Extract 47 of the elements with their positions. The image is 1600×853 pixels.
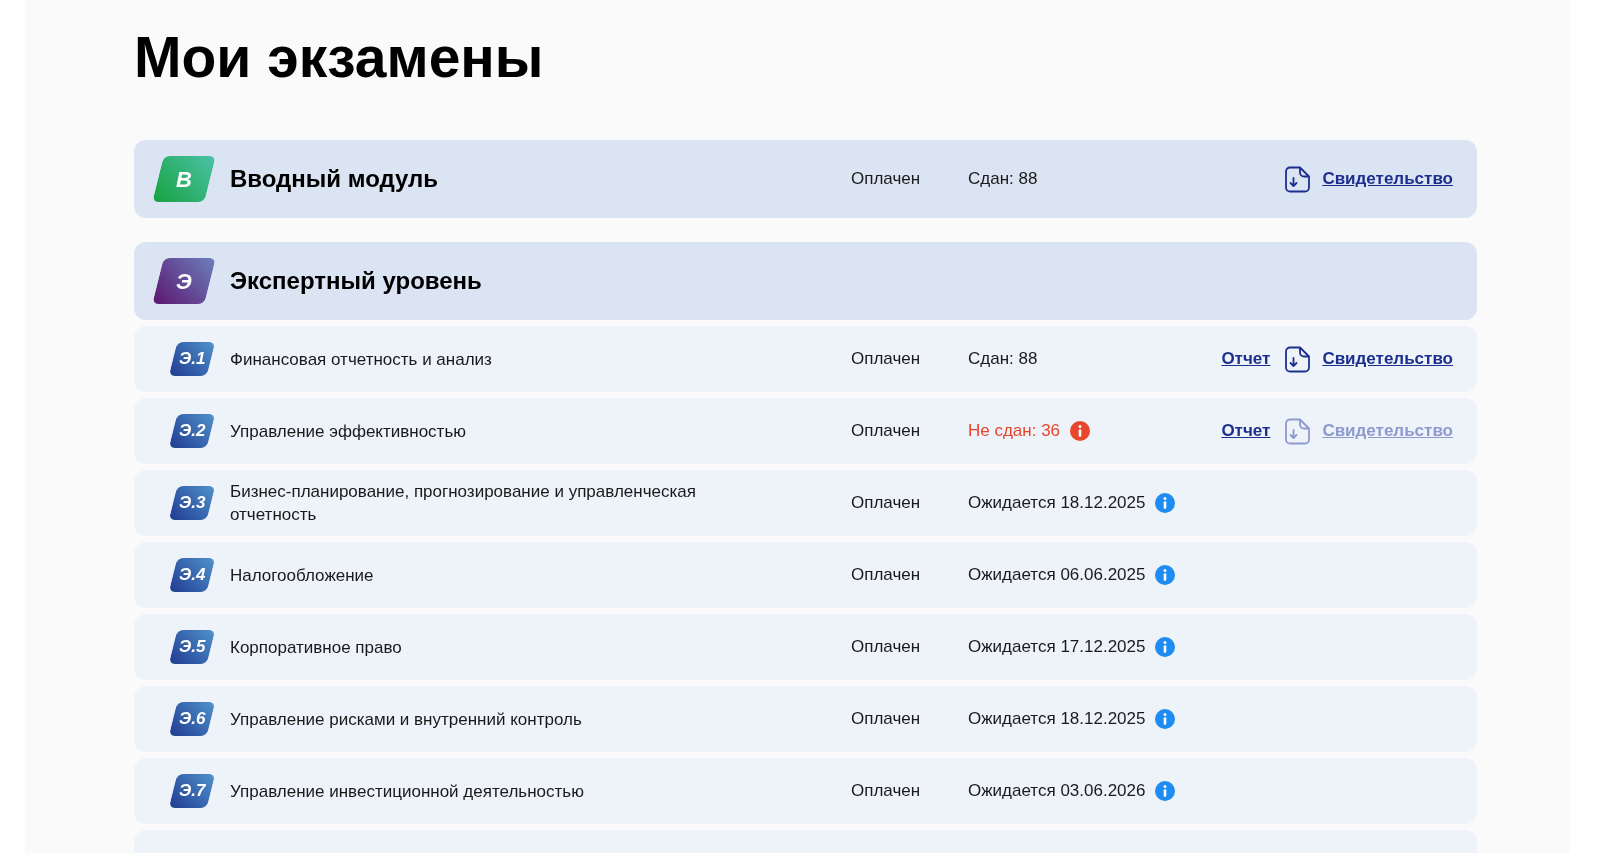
certificate-link[interactable]: Свидетельство: [1322, 166, 1453, 192]
file-download-icon[interactable]: [1285, 165, 1312, 193]
exam-title: Корпоративное право: [230, 636, 403, 659]
exam-result: Ожидается 03.06.2026: [968, 780, 1146, 803]
info-icon: [1155, 565, 1176, 585]
exam-title: Налогообложение: [230, 564, 375, 587]
report-link[interactable]: Отчет: [1221, 346, 1271, 372]
exam-result: Не сдан: 36: [968, 420, 1061, 443]
info-icon: [1070, 421, 1091, 441]
payment-status: Оплачен: [851, 564, 922, 587]
payment-status: Оплачен: [851, 780, 922, 803]
exam-title: Управление инвестиционной деятельностью: [230, 780, 585, 803]
certificate-link[interactable]: Свидетельство: [1322, 346, 1453, 372]
level-badge: Э.1: [168, 342, 216, 376]
info-icon: [1155, 493, 1176, 513]
exam-result: Ожидается 17.12.2025: [968, 636, 1146, 659]
level-badge: Э.2: [168, 414, 216, 448]
exam-result: Сдан: 88: [968, 168, 1038, 191]
report-link[interactable]: Отчет: [1221, 418, 1271, 444]
info-icon: [1155, 709, 1176, 729]
level-badge: Э.6: [168, 702, 216, 736]
level-badge: Э: [152, 258, 216, 304]
payment-status: Оплачен: [851, 492, 922, 515]
payment-status: Оплачен: [851, 348, 922, 371]
payment-status: Оплачен: [851, 420, 922, 443]
level-badge: В: [152, 156, 216, 202]
exam-result: Ожидается 06.06.2025: [968, 564, 1146, 587]
section-title: Экспертный уровень: [230, 266, 483, 296]
info-icon: [1155, 781, 1176, 801]
page-title: Мои экзамены: [134, 24, 545, 91]
level-badge: Э.7: [168, 774, 216, 808]
info-icon: [1155, 637, 1176, 657]
payment-status: Оплачен: [851, 636, 922, 659]
exam-title: Финансовая отчетность и анализ: [230, 348, 493, 371]
file-download-icon[interactable]: [1285, 345, 1312, 373]
payment-status: Оплачен: [851, 168, 922, 191]
level-badge: Э.3: [168, 486, 216, 520]
exam-result: Ожидается 18.12.2025: [968, 492, 1146, 515]
exam-title: Бизнес-планирование, прогнозирование и управленческая отчетность: [230, 481, 697, 526]
level-badge: Э.4: [168, 558, 216, 592]
payment-status: Оплачен: [851, 708, 922, 731]
level-badge: Э.5: [168, 630, 216, 664]
exam-result: Сдан: 88: [968, 348, 1038, 371]
exam-title: Управление рисками и внутренний контроль: [230, 708, 583, 731]
exam-title: Управление эффективностью: [230, 420, 467, 443]
section-title: Вводный модуль: [230, 164, 440, 194]
exam-result: Ожидается 18.12.2025: [968, 708, 1146, 731]
